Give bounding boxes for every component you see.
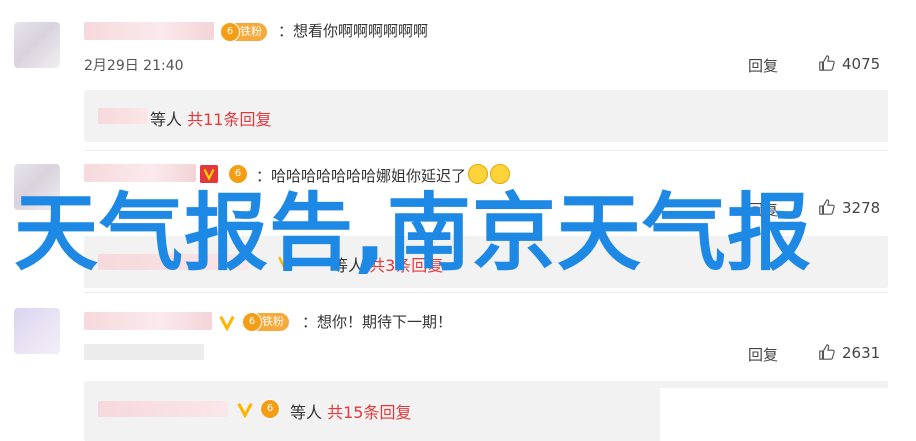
username[interactable] (84, 312, 212, 330)
fan-badge: 6 铁粉 (220, 22, 267, 42)
laughing-emoji-icon (468, 164, 489, 184)
thumbs-up-icon (819, 55, 835, 71)
reply-button[interactable]: 回复 (748, 55, 778, 76)
reply-count[interactable]: 共15条回复 (327, 403, 411, 422)
username[interactable] (84, 22, 214, 40)
verified-v-icon (219, 315, 235, 331)
reply-summary: 等人 共15条回复 (290, 399, 411, 423)
like-count: 4075 (842, 55, 881, 73)
comment-text: ：想看你啊啊啊啊啊啊 (278, 22, 429, 40)
verified-v-icon (200, 165, 218, 183)
like-count: 2631 (842, 344, 881, 362)
reply-prefix: 等人 (150, 110, 183, 129)
watermark-overlay-text: 天气报告,南京天气报 (14, 184, 812, 282)
avatar[interactable] (14, 22, 60, 68)
reply-summary: 等人 共11条回复 (150, 106, 271, 130)
like-button[interactable]: 4075 (818, 54, 880, 73)
verified-v-icon (237, 402, 253, 418)
like-count: 3278 (842, 199, 881, 217)
like-button[interactable]: 3278 (818, 198, 880, 217)
fan-level-icon: 6 (260, 399, 280, 419)
comment-time (84, 344, 204, 360)
laughing-emoji-icon (490, 164, 511, 184)
comment-text: ：想你！期待下一期！ (302, 313, 453, 331)
fan-level-icon: 6 (260, 399, 280, 419)
thumbs-up-icon (819, 199, 835, 215)
reply-prefix: 等人 (290, 403, 323, 422)
username[interactable] (84, 164, 196, 182)
fan-level-icon: 6 (228, 164, 248, 184)
avatar[interactable] (14, 308, 60, 354)
fan-badge: 6 铁粉 (242, 312, 289, 332)
fan-badge-label: 铁粉 (240, 25, 262, 38)
comment-time: 2月29日 21:40 (84, 58, 184, 74)
reply-usernames (98, 401, 228, 417)
comment-item: 6 铁粉 ：想看你啊啊啊啊啊啊 2月29日 21:40 回复 4075 等人 共… (0, 0, 916, 150)
fan-badge: 6 (228, 164, 248, 184)
fan-level-icon: 6 (242, 312, 262, 332)
fan-badge-label: 铁粉 (262, 315, 284, 328)
like-button[interactable]: 2631 (818, 343, 880, 362)
white-patch (660, 388, 916, 441)
reply-usernames (98, 108, 148, 124)
reply-button[interactable]: 回复 (748, 344, 778, 365)
fan-level-icon: 6 (220, 22, 240, 42)
reply-count[interactable]: 共11条回复 (187, 110, 271, 129)
sub-replies[interactable]: 等人 共11条回复 (84, 90, 888, 142)
thumbs-up-icon (819, 344, 835, 360)
